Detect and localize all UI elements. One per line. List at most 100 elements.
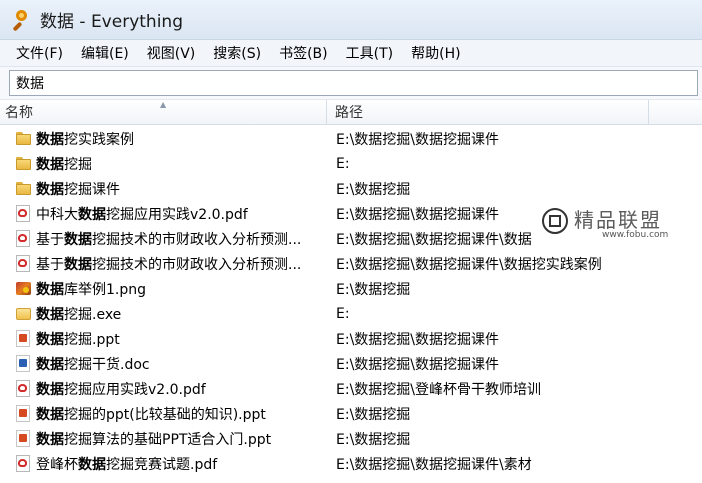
result-row[interactable]: 数据挖掘干货.doc E:\数据挖掘\数据挖掘课件	[0, 351, 702, 376]
result-name-cell: 数据挖实践案例	[0, 129, 327, 149]
result-name-cell: 基于数据挖掘技术的市财政收入分析预测...	[0, 254, 327, 274]
menu-bar: 文件(F) 编辑(E) 视图(V) 搜索(S) 书签(B) 工具(T) 帮助(H…	[0, 40, 702, 67]
menu-file[interactable]: 文件(F)	[6, 43, 71, 63]
result-row[interactable]: 中科大数据挖掘应用实践v2.0.pdf E:\数据挖掘\数据挖掘课件	[0, 201, 702, 226]
doc-icon	[16, 355, 30, 372]
result-row[interactable]: 基于数据挖掘技术的市财政收入分析预测... E:\数据挖掘\数据挖掘课件\数据挖实…	[0, 251, 702, 276]
file-path: E:\数据挖掘	[336, 181, 411, 198]
file-name: 数据挖掘应用实践v2.0.pdf	[36, 379, 206, 399]
result-name-cell: 数据库举例1.png	[0, 279, 327, 299]
menu-view[interactable]: 视图(V)	[137, 43, 204, 63]
file-name: 数据挖掘的ppt(比较基础的知识).ppt	[36, 404, 266, 424]
file-path: E:\数据挖掘\数据挖掘课件	[336, 356, 499, 373]
file-path: E:\数据挖掘	[336, 431, 411, 448]
file-name-match: 数据	[36, 281, 64, 298]
result-row[interactable]: 基于数据挖掘技术的市财政收入分析预测... E:\数据挖掘\数据挖掘课件\数据	[0, 226, 702, 251]
pdf-icon	[16, 380, 30, 397]
column-header-name[interactable]: ▲ 名称	[0, 100, 327, 124]
file-name: 基于数据挖掘技术的市财政收入分析预测...	[36, 229, 301, 249]
result-row[interactable]: 数据挖掘的ppt(比较基础的知识).ppt E:\数据挖掘	[0, 401, 702, 426]
result-row[interactable]: 数据挖掘课件 E:\数据挖掘	[0, 176, 702, 201]
result-row[interactable]: 数据挖掘.exe E:	[0, 301, 702, 326]
column-header-path[interactable]: 路径	[327, 100, 649, 124]
result-name-cell: 基于数据挖掘技术的市财政收入分析预测...	[0, 229, 327, 249]
file-name-match: 数据	[36, 331, 64, 348]
file-name: 登峰杯数据挖掘竞赛试题.pdf	[36, 454, 217, 474]
result-name-cell: 数据挖掘.exe	[0, 304, 327, 324]
everything-window: 数据 - Everything 文件(F) 编辑(E) 视图(V) 搜索(S) …	[0, 0, 702, 483]
image-icon	[15, 280, 32, 297]
menu-bookmarks[interactable]: 书签(B)	[269, 43, 336, 63]
file-name-match: 数据	[64, 231, 92, 248]
column-header: ▲ 名称 路径	[0, 99, 702, 125]
result-name-cell: 登峰杯数据挖掘竞赛试题.pdf	[0, 454, 327, 474]
file-path: E:\数据挖掘\数据挖掘课件\数据挖实践案例	[336, 256, 602, 273]
result-row[interactable]: 数据挖掘算法的基础PPT适合入门.ppt E:\数据挖掘	[0, 426, 702, 451]
file-name-match: 数据	[36, 406, 64, 423]
folder-icon	[15, 130, 32, 147]
result-name-cell: 中科大数据挖掘应用实践v2.0.pdf	[0, 204, 327, 224]
result-name-cell: 数据挖掘算法的基础PPT适合入门.ppt	[0, 429, 327, 449]
ppt-icon	[16, 405, 30, 422]
search-input[interactable]	[9, 70, 698, 96]
folder-icon	[15, 155, 32, 172]
file-name-match: 数据	[36, 306, 64, 323]
result-row[interactable]: 数据挖掘.ppt E:\数据挖掘\数据挖掘课件	[0, 326, 702, 351]
file-name-match: 数据	[78, 206, 106, 223]
result-name-cell: 数据挖掘	[0, 154, 327, 174]
file-name-prefix: 登峰杯	[36, 456, 78, 473]
file-name: 中科大数据挖掘应用实践v2.0.pdf	[36, 204, 248, 224]
file-name: 数据挖掘.exe	[36, 304, 121, 324]
result-name-cell: 数据挖掘课件	[0, 179, 327, 199]
result-row[interactable]: 数据挖掘应用实践v2.0.pdf E:\数据挖掘\登峰杯骨干教师培训	[0, 376, 702, 401]
file-path: E:\数据挖掘	[336, 281, 411, 298]
file-name-suffix: 挖掘技术的市财政收入分析预测...	[92, 231, 302, 248]
file-name-suffix: 挖掘应用实践v2.0.pdf	[64, 381, 206, 398]
file-name-suffix: 挖掘技术的市财政收入分析预测...	[92, 256, 302, 273]
result-row[interactable]: 登峰杯数据挖掘竞赛试题.pdf E:\数据挖掘\数据挖掘课件\素材	[0, 451, 702, 476]
result-name-cell: 数据挖掘应用实践v2.0.pdf	[0, 379, 327, 399]
file-path: E:\数据挖掘\数据挖掘课件\素材	[336, 456, 532, 473]
file-name-suffix: 挖掘	[64, 156, 92, 173]
result-row[interactable]: 数据挖实践案例 E:\数据挖掘\数据挖掘课件	[0, 126, 702, 151]
pdf-icon	[16, 205, 30, 222]
file-name-match: 数据	[36, 131, 64, 148]
ppt-icon	[16, 430, 30, 447]
file-name: 数据挖掘	[36, 154, 92, 174]
file-path: E:\数据挖掘\数据挖掘课件	[336, 331, 499, 348]
file-path: E:\数据挖掘	[336, 406, 411, 423]
file-name-prefix: 中科大	[36, 206, 78, 223]
file-name: 数据挖掘课件	[36, 179, 120, 199]
menu-edit[interactable]: 编辑(E)	[71, 43, 137, 63]
results-list: 数据挖实践案例 E:\数据挖掘\数据挖掘课件 数据挖掘 E: 数据挖掘课件 E:\数据挖掘…	[0, 126, 702, 476]
file-name-suffix: 挖掘.ppt	[64, 331, 120, 348]
pdf-icon	[16, 230, 30, 247]
menu-tools[interactable]: 工具(T)	[336, 43, 401, 63]
file-name: 基于数据挖掘技术的市财政收入分析预测...	[36, 254, 301, 274]
file-path: E:	[336, 305, 350, 322]
file-name: 数据挖掘.ppt	[36, 329, 120, 349]
result-row[interactable]: 数据挖掘 E:	[0, 151, 702, 176]
pdf-icon	[16, 255, 30, 272]
file-name-suffix: 挖掘.exe	[64, 306, 122, 323]
file-path: E:	[336, 155, 350, 172]
result-name-cell: 数据挖掘的ppt(比较基础的知识).ppt	[0, 404, 327, 424]
file-name-suffix: 挖掘算法的基础PPT适合入门.ppt	[64, 431, 272, 448]
file-name-prefix: 基于	[36, 231, 64, 248]
file-name-match: 数据	[36, 181, 64, 198]
file-name-match: 数据	[36, 381, 64, 398]
result-name-cell: 数据挖掘.ppt	[0, 329, 327, 349]
menu-help[interactable]: 帮助(H)	[401, 43, 468, 63]
magnifier-app-icon	[10, 9, 32, 31]
file-name-prefix: 基于	[36, 256, 64, 273]
file-name-match: 数据	[36, 156, 64, 173]
file-name-suffix: 挖掘竞赛试题.pdf	[106, 456, 218, 473]
menu-search[interactable]: 搜索(S)	[203, 43, 269, 63]
result-row[interactable]: 数据库举例1.png E:\数据挖掘	[0, 276, 702, 301]
title-bar: 数据 - Everything	[0, 0, 702, 40]
file-name-match: 数据	[36, 356, 64, 373]
file-name-match: 数据	[64, 256, 92, 273]
pdf-icon	[16, 455, 30, 472]
file-name: 数据挖实践案例	[36, 129, 134, 149]
column-name-label: 名称	[5, 105, 33, 121]
